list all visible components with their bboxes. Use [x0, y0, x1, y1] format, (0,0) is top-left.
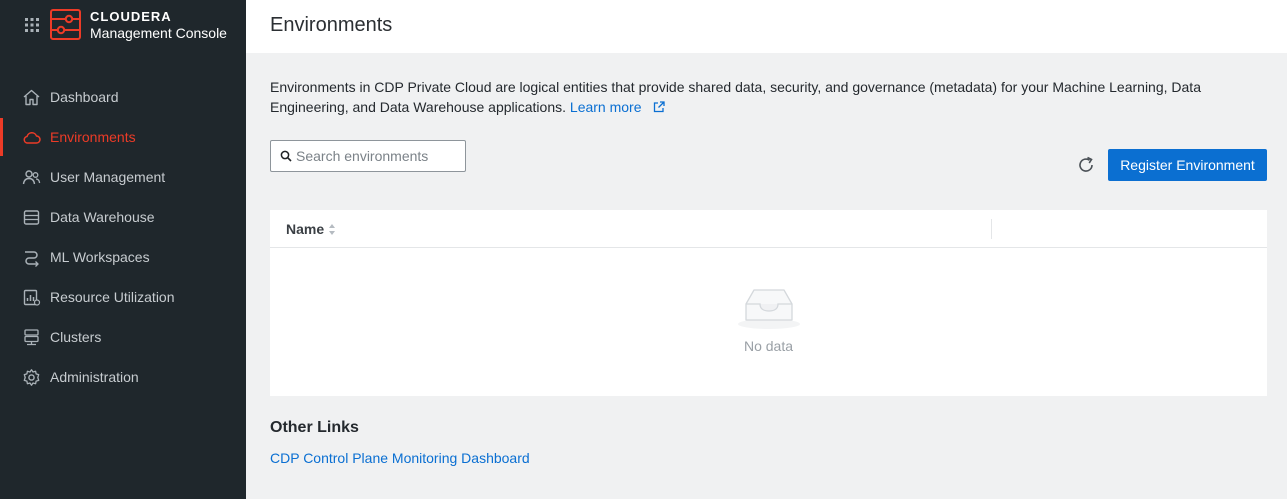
search-box [270, 140, 466, 172]
brand-header: CLOUDERA Management Console [0, 0, 246, 50]
sidebar-item-dashboard[interactable]: Dashboard [0, 77, 246, 117]
sort-icon[interactable] [328, 223, 336, 236]
sidebar-item-ml-workspaces[interactable]: ML Workspaces [0, 237, 246, 277]
table-header: Name [270, 210, 1267, 248]
database-icon [22, 208, 41, 227]
other-links-title: Other Links [270, 419, 359, 436]
users-icon [22, 168, 41, 187]
page-header: Environments [246, 0, 1287, 53]
refresh-icon[interactable] [1076, 155, 1096, 175]
column-divider [991, 219, 992, 239]
external-link-icon[interactable] [653, 101, 666, 113]
chart-icon [22, 288, 41, 307]
gear-icon [22, 368, 41, 387]
sidebar-item-user-management[interactable]: User Management [0, 157, 246, 197]
sidebar-item-label: Environments [50, 129, 136, 145]
cdp-monitoring-dashboard-link[interactable]: CDP Control Plane Monitoring Dashboard [270, 450, 530, 466]
page-title: Environments [270, 14, 393, 36]
sidebar-item-label: Resource Utilization [50, 289, 175, 305]
sidebar-item-environments[interactable]: Environments [0, 117, 246, 157]
sidebar-item-administration[interactable]: Administration [0, 357, 246, 397]
empty-inbox-icon [738, 289, 800, 329]
cloud-icon [22, 128, 41, 147]
sidebar-item-label: ML Workspaces [50, 249, 150, 265]
home-icon [22, 88, 41, 107]
environments-table: Name No data [270, 210, 1267, 396]
brand-name: CLOUDERA [90, 9, 172, 24]
sidebar-item-label: Data Warehouse [50, 209, 155, 225]
sidebar-item-label: Clusters [50, 329, 102, 345]
empty-state-text: No data [743, 338, 794, 354]
intro-description: Environments in CDP Private Cloud are lo… [270, 79, 1201, 115]
learn-more-link[interactable]: Learn more [570, 99, 642, 115]
column-header-name[interactable]: Name [286, 221, 324, 237]
search-input[interactable] [296, 141, 461, 171]
server-icon [22, 328, 41, 347]
register-environment-button[interactable]: Register Environment [1108, 149, 1267, 181]
product-name: Management Console [90, 25, 227, 41]
sidebar-item-label: Administration [50, 369, 139, 385]
sidebar-item-clusters[interactable]: Clusters [0, 317, 246, 357]
search-icon [280, 150, 292, 162]
sidebar-item-label: Dashboard [50, 89, 119, 105]
app-grid-icon[interactable] [25, 18, 39, 32]
sidebar-item-resource-utilization[interactable]: Resource Utilization [0, 277, 246, 317]
sidebar-item-label: User Management [50, 169, 166, 185]
sidebar-item-data-warehouse[interactable]: Data Warehouse [0, 197, 246, 237]
sidebar-nav: Dashboard Environments User Management D… [0, 77, 246, 397]
intro-text: Environments in CDP Private Cloud are lo… [270, 77, 1260, 117]
cloudera-logo-icon [50, 9, 81, 40]
ml-icon [22, 248, 41, 267]
sidebar: CLOUDERA Management Console Dashboard En… [0, 0, 246, 499]
